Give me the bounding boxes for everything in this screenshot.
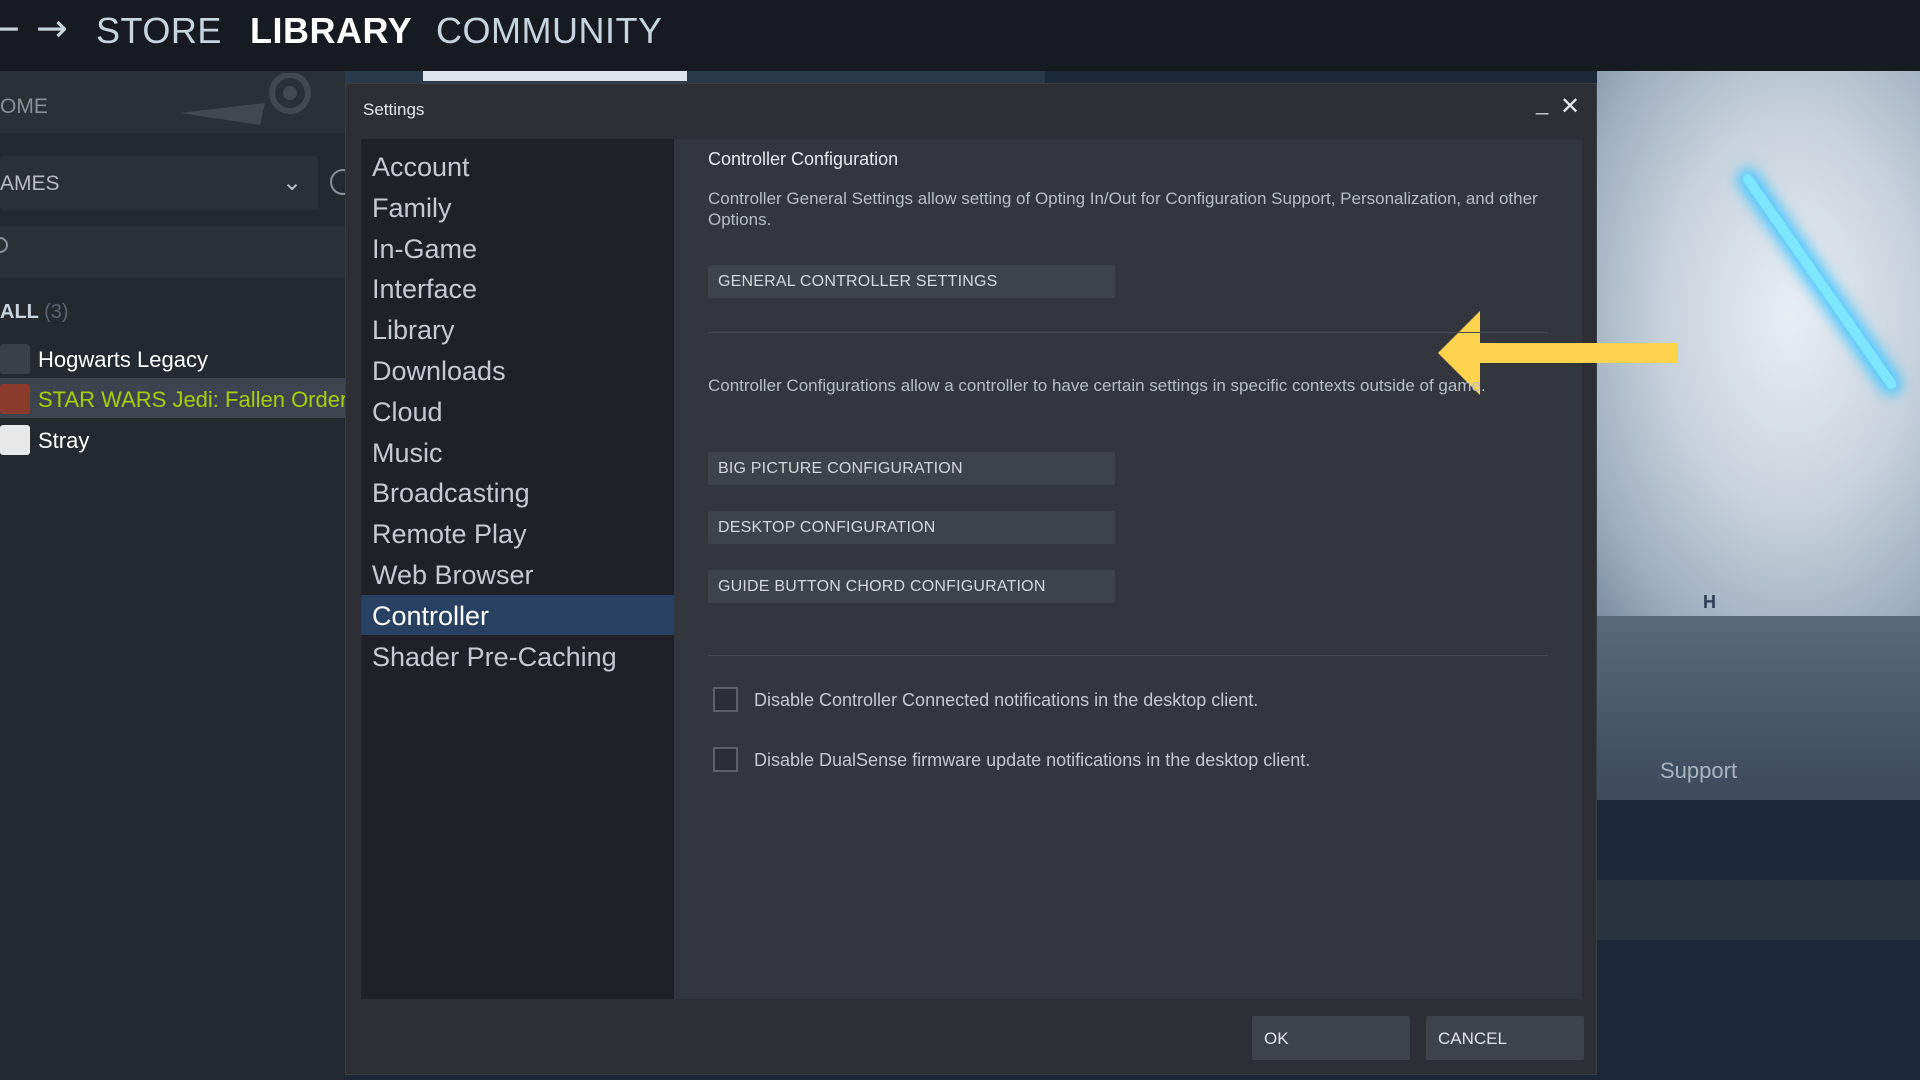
settings-menu: Account Family In-Game Interface Library Down… xyxy=(361,139,674,999)
annotation-arrow-shaft xyxy=(1474,343,1678,363)
search-row[interactable] xyxy=(0,226,345,278)
support-link[interactable]: Support xyxy=(1660,758,1737,784)
settings-menu-item-interface[interactable]: Interface xyxy=(361,268,674,308)
desktop-configuration-button[interactable]: DESKTOP CONFIGURATION xyxy=(708,511,1115,544)
cancel-label: CANCEL xyxy=(1438,1029,1507,1048)
general-controller-settings-button[interactable]: GENERAL CONTROLLER SETTINGS xyxy=(708,265,1115,298)
hero-bottom-panel xyxy=(1597,880,1920,940)
big-picture-configuration-button[interactable]: BIG PICTURE CONFIGURATION xyxy=(708,452,1115,485)
guide-button-chord-configuration-label: GUIDE BUTTON CHORD CONFIGURATION xyxy=(718,578,1046,595)
general-controller-settings-label: GENERAL CONTROLLER SETTINGS xyxy=(718,273,998,290)
general-description: Controller General Settings allow settin… xyxy=(708,189,1538,229)
settings-menu-item-cloud[interactable]: Cloud xyxy=(361,391,674,431)
dialog-title: Settings xyxy=(363,100,425,119)
settings-menu-label: In-Game xyxy=(372,233,478,264)
settings-menu-item-broadcasting[interactable]: Broadcasting xyxy=(361,472,674,512)
game-name: Stray xyxy=(38,428,90,453)
settings-menu-label: Web Browser xyxy=(372,560,534,590)
library-sidebar: OME AMES ⌄ ALL (3) Hogwarts Legacy STAR W… xyxy=(0,71,356,1080)
settings-menu-item-remote-play[interactable]: Remote Play xyxy=(361,513,674,553)
settings-menu-label: Library xyxy=(372,315,455,346)
settings-menu-label: Music xyxy=(372,437,443,468)
ok-button[interactable]: OK xyxy=(1252,1016,1410,1060)
game-name: STAR WARS Jedi: Fallen Order xyxy=(38,387,348,412)
divider xyxy=(708,332,1548,333)
disable-controller-connected-label: Disable Controller Connected notificatio… xyxy=(754,690,1259,710)
ok-label: OK xyxy=(1264,1029,1289,1048)
disable-dualsense-label: Disable DualSense firmware update notifi… xyxy=(754,750,1311,770)
game-name: Hogwarts Legacy xyxy=(38,347,208,372)
all-games-header: ALL (3) xyxy=(0,301,69,324)
game-icon xyxy=(0,344,30,374)
nav-library[interactable]: LIBRARY xyxy=(250,10,412,52)
settings-menu-item-family[interactable]: Family xyxy=(361,187,674,227)
settings-menu-label: Remote Play xyxy=(372,519,527,550)
game-icon xyxy=(0,425,30,455)
steam-logo-icon xyxy=(180,73,311,125)
game-list-item[interactable]: Hogwarts Legacy xyxy=(0,338,345,378)
section-title: Controller Configuration xyxy=(708,149,899,169)
desktop-configuration-label: DESKTOP CONFIGURATION xyxy=(718,519,936,536)
settings-menu-item-shader-pre-caching[interactable]: Shader Pre-Caching xyxy=(361,636,674,676)
close-icon[interactable]: ✕ xyxy=(1560,92,1580,120)
game-icon xyxy=(0,384,30,414)
settings-menu-label: Interface xyxy=(372,274,478,305)
settings-menu-item-account[interactable]: Account xyxy=(361,146,674,186)
nav-store[interactable]: STORE xyxy=(96,10,222,52)
disable-controller-connected-checkbox[interactable] xyxy=(713,687,738,712)
disable-dualsense-checkbox[interactable] xyxy=(713,747,738,772)
chevron-down-icon: ⌄ xyxy=(282,168,303,196)
settings-menu-label: Family xyxy=(372,192,452,223)
hero-lower-panel xyxy=(1597,616,1920,800)
settings-menu-label: Shader Pre-Caching xyxy=(372,641,617,672)
home-row[interactable]: OME xyxy=(0,71,345,133)
all-label: ALL xyxy=(0,301,39,323)
header-strip-highlight xyxy=(423,71,687,81)
games-label: AMES xyxy=(0,172,60,195)
nav-community[interactable]: COMMUNITY xyxy=(436,10,662,52)
back-arrow-icon[interactable]: ← xyxy=(0,6,20,50)
controller-settings-panel: Controller Configuration Controller Gene… xyxy=(674,139,1678,999)
home-label: OME xyxy=(0,95,48,118)
settings-menu-item-music[interactable]: Music xyxy=(361,432,674,472)
settings-menu-label: Controller xyxy=(372,600,490,631)
all-count: (3) xyxy=(44,301,69,323)
top-nav: ← → STORE LIBRARY COMMUNITY xyxy=(0,0,1920,71)
settings-menu-label: Downloads xyxy=(372,356,506,386)
minimize-icon[interactable]: _ xyxy=(1536,90,1548,116)
forward-arrow-icon[interactable]: → xyxy=(36,6,68,50)
settings-menu-label: Cloud xyxy=(372,396,443,427)
settings-menu-label: Account xyxy=(372,152,470,182)
settings-menu-item-library[interactable]: Library xyxy=(361,309,674,349)
settings-dialog: Settings _ ✕ Account Family In-Game Interfa… xyxy=(345,83,1678,1075)
settings-menu-item-downloads[interactable]: Downloads xyxy=(361,350,674,390)
big-picture-configuration-label: BIG PICTURE CONFIGURATION xyxy=(718,460,963,477)
divider xyxy=(708,655,1548,656)
game-list-item[interactable]: Stray xyxy=(0,419,345,459)
hero-mark: H xyxy=(1703,592,1716,612)
settings-menu-label: Broadcasting xyxy=(372,478,530,509)
game-list-item[interactable]: STAR WARS Jedi: Fallen Order xyxy=(0,378,348,418)
settings-menu-item-web-browser[interactable]: Web Browser xyxy=(361,554,674,594)
settings-menu-item-controller[interactable]: Controller xyxy=(361,594,674,635)
cancel-button[interactable]: CANCEL xyxy=(1426,1016,1584,1060)
guide-button-chord-configuration-button[interactable]: GUIDE BUTTON CHORD CONFIGURATION xyxy=(708,570,1115,603)
config-description: Controller Configurations allow a contro… xyxy=(708,376,1486,395)
games-dropdown[interactable]: AMES ⌄ xyxy=(0,156,318,210)
settings-menu-item-in-game[interactable]: In-Game xyxy=(361,228,674,268)
